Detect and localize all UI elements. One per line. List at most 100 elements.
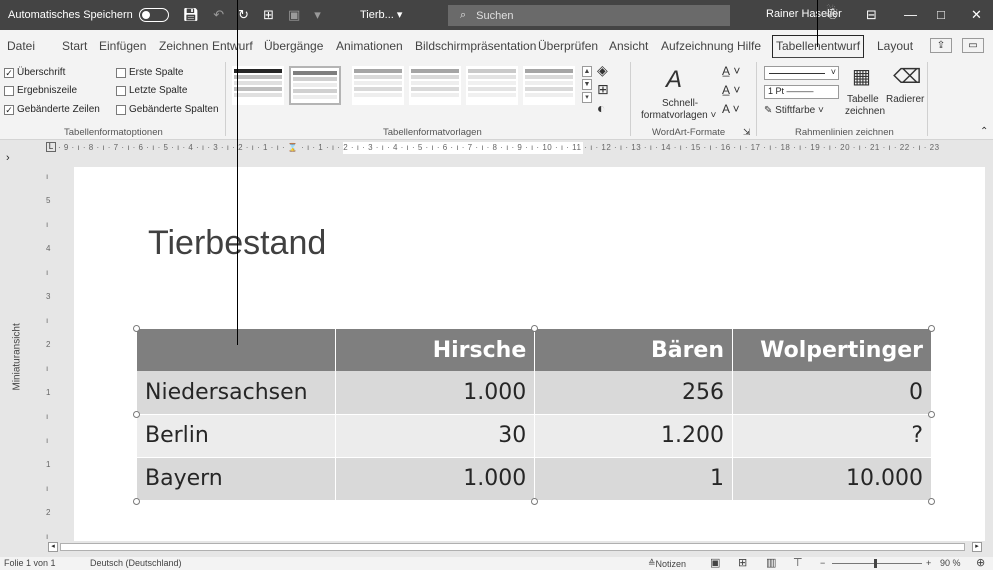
table-cell[interactable]: 256	[534, 371, 734, 415]
table-style-5[interactable]	[466, 66, 518, 105]
quick-styles-label-1[interactable]: Schnell-	[662, 98, 698, 109]
gallery-more-icon[interactable]: ▾	[582, 92, 592, 103]
normal-view-icon[interactable]: ▣	[710, 556, 720, 569]
comments-icon[interactable]: ▭	[962, 38, 984, 53]
tab-uebergaenge[interactable]: Übergänge	[264, 39, 323, 53]
document-name[interactable]: Tierb... ▾	[360, 8, 402, 21]
text-effects-icon[interactable]: A ˅	[722, 102, 740, 116]
tab-aufzeichnung[interactable]: Aufzeichnung	[661, 39, 734, 53]
header-cell-wolpertinger[interactable]: Wolpertinger	[732, 329, 932, 371]
dialog-launcher-icon[interactable]: ⇲	[743, 127, 751, 138]
save-icon[interactable]: 💾︎	[183, 7, 200, 23]
scroll-right-icon[interactable]: ▸	[972, 542, 982, 552]
gallery-scroll-up-icon[interactable]: ▲	[582, 66, 592, 77]
resize-handle[interactable]	[133, 411, 140, 418]
total-row-checkbox[interactable]: Ergebniszeile	[4, 85, 77, 96]
borders-icon[interactable]: ⊞	[597, 81, 609, 98]
tab-start[interactable]: Start	[62, 39, 87, 53]
ribbon-display-options-icon[interactable]: ⊟	[866, 7, 877, 23]
table-cell[interactable]: 1	[534, 457, 734, 501]
notes-button[interactable]: ≙ Notizen	[648, 558, 686, 569]
header-cell-baeren[interactable]: Bären	[534, 329, 734, 371]
tab-animationen[interactable]: Animationen	[336, 39, 403, 53]
resize-handle[interactable]	[133, 325, 140, 332]
tab-entwurf[interactable]: Entwurf	[212, 39, 253, 53]
collapse-ribbon-icon[interactable]: ⌃	[980, 126, 988, 137]
table-row[interactable]: Bayern 1.000 1 10.000	[137, 457, 932, 501]
table-row[interactable]: Niedersachsen 1.000 256 0	[137, 371, 932, 415]
table-cell[interactable]: 1.000	[335, 457, 536, 501]
tab-zeichnen[interactable]: Zeichnen	[159, 39, 208, 53]
autosave-toggle[interactable]	[138, 8, 169, 22]
table-row[interactable]: Berlin 30 1.200 ?	[137, 414, 932, 458]
resize-handle[interactable]	[531, 498, 538, 505]
table-style-1[interactable]	[232, 66, 284, 105]
gallery-scroll-down-icon[interactable]: ▼	[582, 79, 592, 90]
share-icon[interactable]: ⇪	[930, 38, 952, 53]
table-cell[interactable]: Berlin	[137, 414, 337, 458]
vertical-scrollbar[interactable]	[985, 157, 993, 541]
resize-handle[interactable]	[133, 498, 140, 505]
header-row-checkbox[interactable]: ✓ Überschrift	[4, 67, 65, 78]
text-fill-icon[interactable]: A̲ ˅	[722, 64, 740, 78]
table-style-4[interactable]	[409, 66, 461, 105]
data-table[interactable]: Hirsche Bären Wolpertinger Niedersachsen…	[137, 329, 932, 501]
horizontal-scrollbar[interactable]: ◂ ▸	[46, 541, 986, 553]
resize-handle[interactable]	[928, 498, 935, 505]
wordart-quick-styles-icon[interactable]: A	[666, 66, 682, 94]
zoom-slider[interactable]	[832, 559, 922, 568]
effects-icon[interactable]: ◐	[597, 100, 605, 116]
table-cell[interactable]: Bayern	[137, 457, 337, 501]
zoom-slider-thumb[interactable]	[874, 559, 877, 568]
eraser-label[interactable]: Radierer	[886, 94, 924, 105]
tab-ueberpruefen[interactable]: Überprüfen	[538, 39, 598, 53]
zoom-in-icon[interactable]: +	[926, 558, 931, 568]
text-outline-icon[interactable]: A̲ ˅	[722, 83, 740, 97]
table-cell[interactable]: 10.000	[732, 457, 932, 501]
resize-handle[interactable]	[928, 325, 935, 332]
tab-hilfe[interactable]: Hilfe	[737, 39, 761, 53]
table-cell[interactable]: 0	[732, 371, 932, 415]
draw-table-label-1[interactable]: Tabelle	[847, 94, 879, 105]
zoom-level[interactable]: 90 %	[940, 558, 961, 568]
table-cell[interactable]: 1.000	[335, 371, 536, 415]
tab-datei[interactable]: Datei	[7, 39, 35, 53]
slide-sorter-icon[interactable]: ⊞	[738, 556, 747, 569]
close-icon[interactable]: ✕	[971, 7, 982, 23]
screenshot-icon[interactable]: ▣	[288, 7, 300, 23]
first-column-checkbox[interactable]: Erste Spalte	[116, 67, 183, 78]
table-style-3[interactable]	[352, 66, 404, 105]
customize-quick-access-icon[interactable]: ▾	[314, 7, 321, 23]
table-style-6[interactable]	[523, 66, 575, 105]
maximize-icon[interactable]: □	[937, 7, 945, 22]
redo-icon[interactable]: ↻	[238, 7, 249, 23]
slideshow-icon[interactable]: ⊤	[793, 556, 803, 569]
banded-columns-checkbox[interactable]: Gebänderte Spalten	[116, 104, 219, 115]
horizontal-scroll-thumb[interactable]	[60, 543, 965, 551]
tab-tabellenentwurf[interactable]: Tabellenentwurf	[772, 35, 865, 59]
tab-ansicht[interactable]: Ansicht	[609, 39, 648, 53]
tab-stop-selector[interactable]: L	[46, 142, 56, 152]
table-cell[interactable]: ?	[732, 414, 932, 458]
shading-icon[interactable]: ◈	[597, 62, 608, 79]
scroll-left-icon[interactable]: ◂	[48, 542, 58, 552]
tab-layout[interactable]: Layout	[877, 39, 913, 53]
table-header-row[interactable]: Hirsche Bären Wolpertinger	[137, 329, 932, 371]
draw-table-label-2[interactable]: zeichnen	[845, 106, 885, 117]
reading-view-icon[interactable]: ▥	[766, 556, 776, 569]
resize-handle[interactable]	[928, 411, 935, 418]
banded-rows-checkbox[interactable]: ✓ Gebänderte Zeilen	[4, 104, 100, 115]
pen-color-button[interactable]: ✎ Stiftfarbe ˅	[764, 105, 824, 116]
quick-styles-label-2[interactable]: formatvorlagen ˅	[641, 110, 716, 121]
search-box[interactable]: ⌕ Suchen	[448, 5, 730, 26]
table-cell[interactable]: Niedersachsen	[137, 371, 337, 415]
draw-table-icon[interactable]: ▦	[852, 64, 871, 89]
table-cell[interactable]: 1.200	[534, 414, 734, 458]
pen-weight-dropdown[interactable]: 1 Pt ———	[764, 85, 839, 99]
avatar[interactable]: ☃	[820, 4, 844, 26]
presentation-icon[interactable]: ⊞	[263, 7, 274, 23]
fit-to-window-icon[interactable]: ⊕	[976, 556, 985, 569]
expand-thumbnails-icon[interactable]: ›	[6, 152, 10, 164]
table-style-2-selected[interactable]	[289, 66, 341, 105]
zoom-out-icon[interactable]: −	[820, 558, 825, 568]
